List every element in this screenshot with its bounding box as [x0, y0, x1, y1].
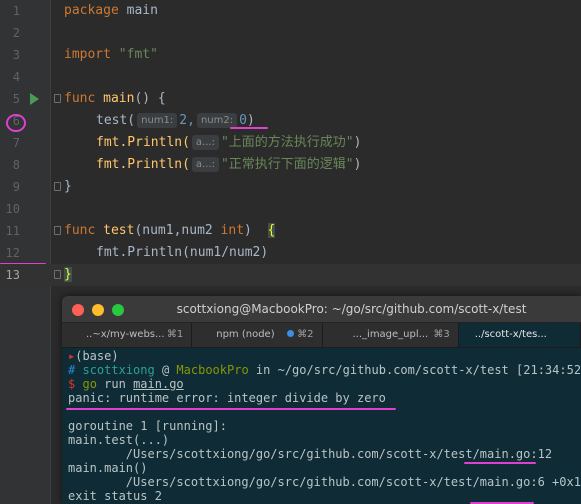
line-number: 13	[5, 268, 20, 282]
code-line-13[interactable]: 13 }	[0, 264, 581, 286]
import-path: "fmt"	[118, 47, 158, 62]
param-hint-num2: num2:	[196, 113, 238, 128]
line-number: 12	[5, 246, 20, 260]
code-line-8[interactable]: 8 fmt.Println(a...: "正常执行下面的逻辑")	[0, 154, 581, 176]
code-line-9[interactable]: 9 }	[0, 176, 581, 198]
param-hint-num1: num1:	[137, 113, 178, 128]
code-text: fmt.Println(num1/num2)	[96, 245, 269, 260]
activity-dot-icon	[286, 330, 294, 337]
terminal-error-line: panic: runtime error: integer divide by …	[68, 391, 386, 405]
line-number: 2	[12, 26, 20, 40]
code-line-2[interactable]: 2	[0, 22, 581, 44]
fold-marker-icon[interactable]	[54, 94, 61, 103]
fold-marker-icon[interactable]	[54, 182, 61, 191]
keyword-package: package	[64, 3, 119, 18]
function-name-test: test	[103, 223, 135, 238]
terminal-prompt-line: # scottxiong @ MacbookPro in ~/go/src/gi…	[68, 363, 581, 377]
code-text: (num1,num2	[134, 223, 221, 238]
code-line-12[interactable]: 12 fmt.Println(num1/num2)	[0, 242, 581, 264]
param-hint: a...:	[191, 157, 219, 172]
terminal-titlebar[interactable]: scottxiong@MacbookPro: ~/go/src/github.c…	[62, 296, 581, 323]
line-number: 7	[12, 136, 20, 150]
terminal-window[interactable]: scottxiong@MacbookPro: ~/go/src/github.c…	[62, 296, 581, 504]
line-number: 5	[12, 92, 20, 106]
code-text: )	[353, 157, 362, 172]
code-line-5[interactable]: 5 func main() {	[0, 88, 581, 110]
line-number: 8	[12, 158, 20, 172]
terminal-title: scottxiong@MacbookPro: ~/go/src/github.c…	[176, 302, 527, 316]
terminal-line: main.test(...)	[68, 433, 170, 447]
annotation-underline	[66, 408, 396, 410]
tab-label: ../scott-x/tes...	[474, 329, 547, 340]
line-number: 10	[5, 202, 20, 216]
string-literal: "上面的方法执行成功"	[220, 135, 354, 150]
line-number: 9	[12, 180, 20, 194]
fold-marker-icon[interactable]	[54, 226, 61, 235]
matched-brace: }	[64, 267, 72, 282]
closing-brace: }	[64, 179, 72, 194]
annotation-circle	[6, 114, 26, 132]
terminal-tab-bar: ..~x/my-webs... ⌘1 npm (node) ⌘2 ..._imag…	[62, 323, 581, 348]
line-number: 4	[12, 70, 20, 84]
keyword-func: func	[64, 223, 96, 238]
tab-label: npm (node)	[216, 329, 275, 340]
line-number: 1	[12, 4, 20, 18]
code-text: )	[244, 223, 268, 238]
code-line-11[interactable]: 11 func test(num1,num2 int) {	[0, 220, 581, 242]
code-text: )	[353, 135, 362, 150]
run-icon[interactable]	[30, 93, 39, 105]
terminal-line: ▸(base)	[68, 349, 119, 363]
terminal-command-line: $ go run main.go	[68, 377, 184, 391]
function-name-main: main	[103, 91, 135, 106]
keyword-import: import	[64, 47, 111, 62]
call-println: fmt.Println(	[96, 135, 190, 150]
tab-shortcut: ⌘1	[166, 329, 184, 340]
string-literal: "正常执行下面的逻辑"	[220, 157, 354, 172]
code-text: () {	[134, 91, 166, 106]
code-text: )	[246, 113, 255, 128]
tab-shortcut: ⌘3	[433, 329, 450, 340]
terminal-tab-1[interactable]: ..~x/my-webs... ⌘1	[62, 323, 193, 347]
type-int: int	[220, 223, 245, 238]
matched-brace: {	[267, 223, 276, 238]
terminal-line: exit status 2	[68, 489, 162, 503]
code-line-10[interactable]: 10	[0, 198, 581, 220]
package-name: main	[126, 3, 158, 18]
code-line-4[interactable]: 4	[0, 66, 581, 88]
annotation-underline	[0, 263, 46, 264]
param-hint: a...:	[191, 135, 219, 150]
code-line-7[interactable]: 7 fmt.Println(a...: "上面的方法执行成功")	[0, 132, 581, 154]
code-line-3[interactable]: 3 import "fmt"	[0, 44, 581, 66]
line-number: 11	[5, 224, 20, 238]
terminal-line: /Users/scottxiong/go/src/github.com/scot…	[68, 447, 553, 461]
call-test: test(	[96, 113, 136, 128]
arg-value: 0	[239, 113, 247, 128]
fold-marker-icon[interactable]	[54, 270, 61, 279]
terminal-tab-4-active[interactable]: ../scott-x/tes...	[458, 323, 581, 347]
terminal-line: goroutine 1 [running]:	[68, 419, 227, 433]
terminal-line: /Users/scottxiong/go/src/github.com/scot…	[68, 475, 581, 489]
tab-shortcut: ⌘2	[297, 329, 314, 340]
call-println: fmt.Println(	[96, 157, 190, 172]
annotation-underline	[230, 127, 268, 129]
terminal-line: main.main()	[68, 461, 148, 475]
tab-label: ..._image_upl...	[352, 329, 429, 340]
line-number: 3	[12, 48, 20, 62]
code-line-6[interactable]: 6 test(num1: 2, num2: 0)	[0, 110, 581, 132]
arg-value: 2,	[179, 113, 195, 128]
terminal-tab-2[interactable]: npm (node) ⌘2	[192, 323, 323, 347]
terminal-tab-3[interactable]: ..._image_upl... ⌘3	[323, 323, 459, 347]
annotation-underline	[464, 462, 536, 464]
keyword-func: func	[64, 91, 96, 106]
tab-label: ..~x/my-webs...	[86, 329, 165, 340]
code-line-1[interactable]: 1 package main	[0, 0, 581, 22]
